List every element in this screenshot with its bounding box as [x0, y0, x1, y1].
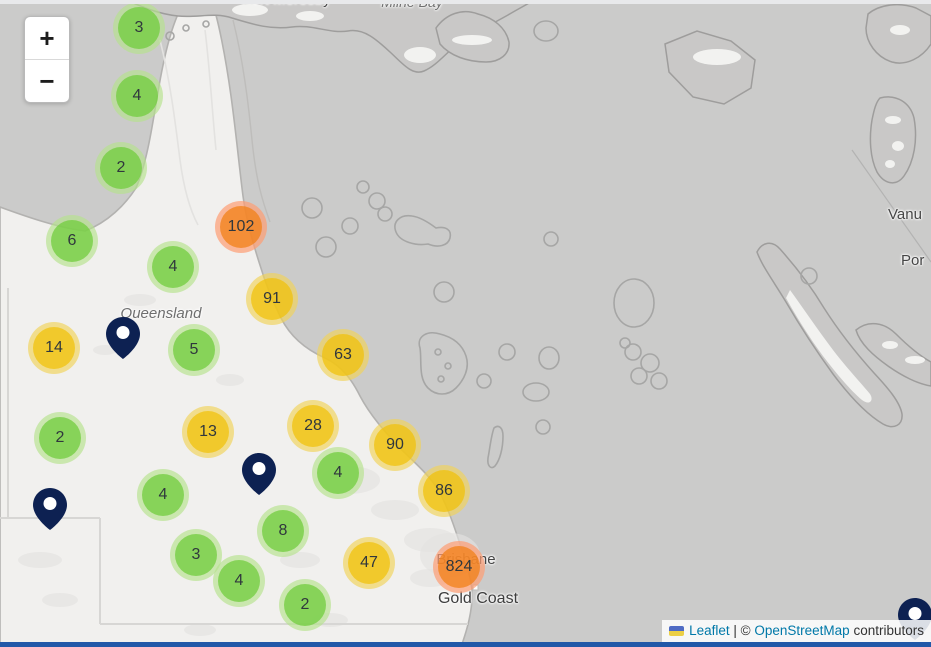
leaflet-map[interactable]: Port MoresbyMilne BayQueenslandBrisbaneG…: [0, 0, 931, 647]
leaflet-link[interactable]: Leaflet: [689, 623, 730, 638]
cluster-count: 47: [348, 542, 390, 584]
cluster-count: 2: [100, 147, 142, 189]
location-pin-marker[interactable]: [106, 317, 140, 364]
cluster-marker[interactable]: 86: [418, 465, 470, 517]
cluster-marker[interactable]: 63: [317, 329, 369, 381]
cluster-marker[interactable]: 91: [246, 273, 298, 325]
cluster-marker[interactable]: 4: [213, 555, 265, 607]
cluster-count: 824: [438, 546, 480, 588]
cluster-count: 14: [33, 327, 75, 369]
copyright-symbol: ©: [741, 623, 751, 638]
cluster-marker[interactable]: 2: [95, 142, 147, 194]
cluster-count: 4: [218, 560, 260, 602]
cluster-count: 4: [317, 452, 359, 494]
cluster-marker[interactable]: 5: [168, 324, 220, 376]
cluster-count: 4: [116, 75, 158, 117]
cluster-marker[interactable]: 28: [287, 400, 339, 452]
openstreetmap-link[interactable]: OpenStreetMap: [754, 623, 849, 638]
cluster-count: 5: [173, 329, 215, 371]
attribution-bar: Leaflet | © OpenStreetMap contributors: [662, 620, 931, 642]
cluster-count: 102: [220, 206, 262, 248]
top-window-strip: [0, 0, 931, 4]
cluster-count: 63: [322, 334, 364, 376]
cluster-marker[interactable]: 6: [46, 215, 98, 267]
cluster-count: 6: [51, 220, 93, 262]
cluster-count: 13: [187, 411, 229, 453]
cluster-count: 8: [262, 510, 304, 552]
cluster-count: 3: [175, 534, 217, 576]
cluster-count: 3: [118, 7, 160, 49]
contributors-text: contributors: [853, 623, 924, 638]
cluster-marker[interactable]: 4: [147, 241, 199, 293]
cluster-marker[interactable]: 13: [182, 406, 234, 458]
location-pin-marker[interactable]: [33, 488, 67, 535]
cluster-marker[interactable]: 3: [113, 2, 165, 54]
cluster-marker[interactable]: 14: [28, 322, 80, 374]
zoom-control: + −: [24, 16, 70, 103]
cluster-marker[interactable]: 824: [433, 541, 485, 593]
cluster-count: 4: [152, 246, 194, 288]
ukraine-flag-icon: [669, 626, 684, 636]
cluster-count: 4: [142, 474, 184, 516]
cluster-marker[interactable]: 102: [215, 201, 267, 253]
cluster-count: 2: [284, 584, 326, 626]
cluster-count: 28: [292, 405, 334, 447]
zoom-out-button[interactable]: −: [25, 59, 69, 102]
cluster-count: 86: [423, 470, 465, 512]
cluster-marker[interactable]: 4: [111, 70, 163, 122]
cluster-marker[interactable]: 90: [369, 419, 421, 471]
cluster-count: 90: [374, 424, 416, 466]
cluster-marker[interactable]: 2: [279, 579, 331, 631]
cluster-marker[interactable]: 8: [257, 505, 309, 557]
bottom-window-bar: [0, 642, 931, 647]
cluster-marker[interactable]: 47: [343, 537, 395, 589]
cluster-marker[interactable]: 4: [137, 469, 189, 521]
cluster-count: 2: [39, 417, 81, 459]
zoom-in-button[interactable]: +: [25, 17, 69, 59]
cluster-marker[interactable]: 4: [312, 447, 364, 499]
cluster-marker[interactable]: 2: [34, 412, 86, 464]
attribution-divider: |: [733, 623, 737, 638]
cluster-count: 91: [251, 278, 293, 320]
location-pin-marker[interactable]: [242, 453, 276, 500]
